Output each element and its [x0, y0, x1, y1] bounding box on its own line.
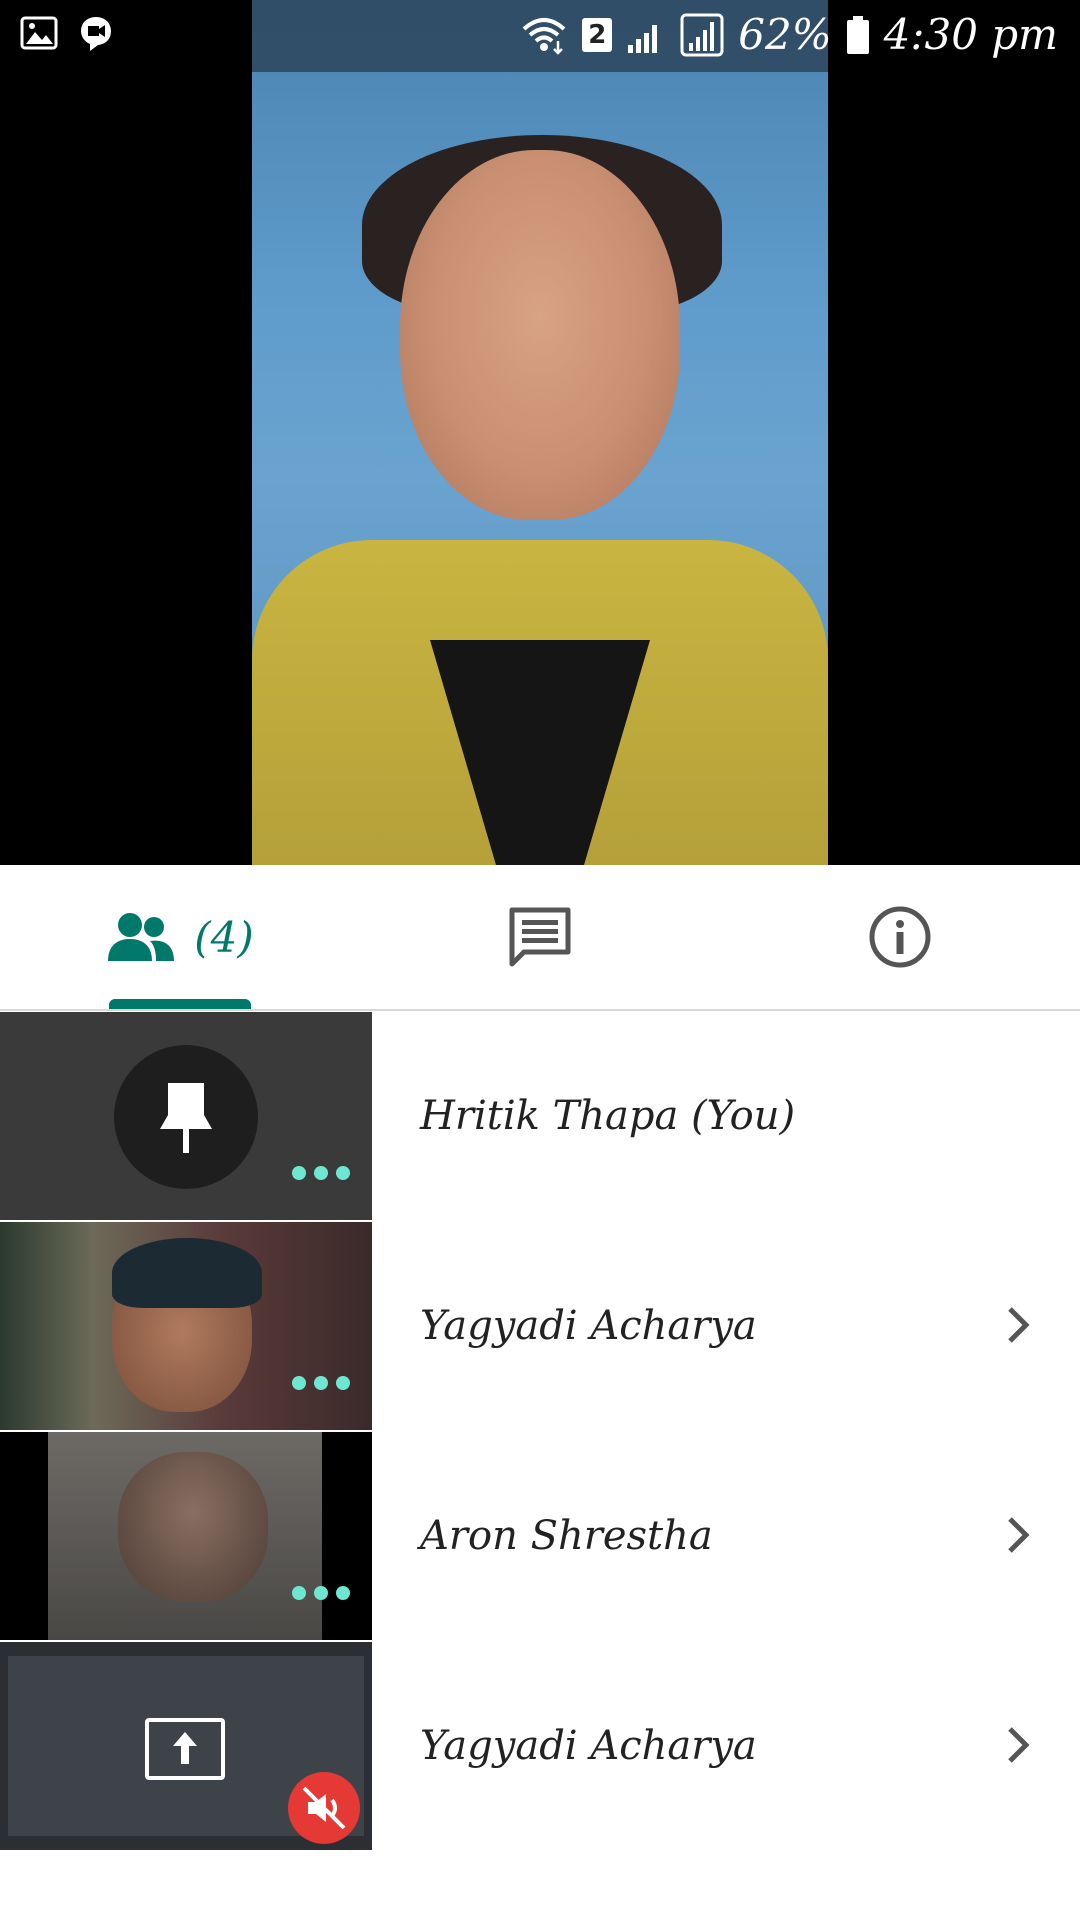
participant-name: Yagyadi Acharya: [420, 1723, 757, 1769]
participant-thumbnail[interactable]: [0, 1222, 372, 1430]
participant-name: Hritik Thapa (You): [420, 1093, 796, 1139]
active-tab-indicator: [109, 999, 251, 1009]
people-icon: [108, 913, 175, 961]
status-bar: 2 62% 4:30 pm: [0, 0, 1080, 72]
participant-name: Aron Shrestha: [420, 1513, 713, 1559]
clock: 4:30 pm: [883, 10, 1058, 59]
tab-people[interactable]: (4): [60, 865, 300, 1009]
participant-row[interactable]: Yagyadi Acharya: [0, 1221, 1080, 1431]
battery-percent: 62%: [738, 10, 832, 59]
participant-row[interactable]: Hritik Thapa (You): [0, 1011, 1080, 1221]
meet-icon: [81, 17, 111, 51]
participant-row[interactable]: Yagyadi Acharya: [0, 1641, 1080, 1851]
participant-thumbnail[interactable]: [0, 1432, 372, 1640]
tab-bar: (4): [0, 865, 1080, 1011]
signal-icon: [628, 24, 658, 53]
info-icon: [869, 906, 931, 968]
screen-share-icon: [145, 1718, 225, 1780]
participant-list: Hritik Thapa (You) Yagyadi Acharya Aron …: [0, 1011, 1080, 1851]
participant-video-hair: [112, 1238, 262, 1308]
pin-button[interactable]: [114, 1045, 258, 1189]
chat-icon: [509, 907, 571, 967]
tab-info[interactable]: [780, 865, 1020, 1009]
wifi-icon: [522, 17, 566, 55]
participant-thumbnail[interactable]: [0, 1012, 372, 1220]
participant-thumbnail[interactable]: [0, 1642, 372, 1850]
battery-icon: [846, 15, 869, 54]
gallery-icon: [20, 16, 58, 50]
participant-video-person: [118, 1452, 268, 1602]
people-count: (4): [194, 912, 254, 962]
tab-chat[interactable]: [420, 865, 660, 1009]
main-video-area[interactable]: [0, 0, 1080, 865]
chevron-right-icon[interactable]: [998, 1723, 1038, 1767]
main-video-feed[interactable]: [252, 0, 828, 865]
pin-icon: [160, 1083, 212, 1153]
video-subject-face: [400, 150, 680, 520]
more-options-icon[interactable]: [292, 1376, 350, 1390]
participant-video: [48, 1432, 322, 1640]
participant-row[interactable]: Aron Shrestha: [0, 1431, 1080, 1641]
chevron-right-icon[interactable]: [998, 1303, 1038, 1347]
participant-name: Yagyadi Acharya: [420, 1303, 757, 1349]
muted-mic-icon: [288, 1772, 360, 1844]
more-options-icon[interactable]: [292, 1166, 350, 1180]
chevron-right-icon[interactable]: [998, 1513, 1038, 1557]
sim-slot-badge: 2: [582, 17, 613, 52]
signal-icon: [680, 13, 724, 56]
more-options-icon[interactable]: [292, 1586, 350, 1600]
